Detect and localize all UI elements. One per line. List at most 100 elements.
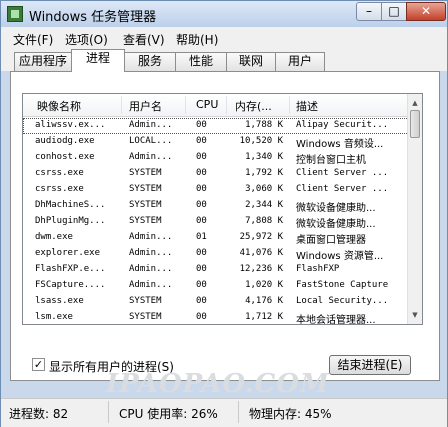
cell-cpu: 00 [196,264,207,274]
cell-user-name: SYSTEM [129,184,162,194]
cell-user-name: SYSTEM [129,296,162,306]
cell-memory: 4,176 K [245,296,283,306]
process-list[interactable]: 映像名称 用户名 CPU 内存(... 描述 aliwssv.ex... Admi… [22,93,423,325]
scroll-up-arrow-icon[interactable]: ▲ [409,96,421,110]
process-row[interactable]: audiodg.exe LOCAL... 00 10,520 K Windows 音频设… [23,134,409,150]
scrollbar-thumb[interactable] [410,110,420,138]
process-row[interactable]: FlashFXP.e... Admin... 00 12,236 K FlashFXP [23,262,409,278]
cell-image-name: csrss.exe [35,184,84,194]
status-cpu-usage: CPU 使用率: 26% [119,407,218,421]
column-divider[interactable] [226,96,227,114]
cell-image-name: aliwssv.ex... [35,120,106,130]
cell-memory: 1,340 K [245,152,283,162]
process-row[interactable]: lsass.exe SYSTEM 00 4,176 K Local Security..… [23,294,409,310]
cell-cpu: 00 [196,216,207,226]
process-row[interactable]: DhMachineS... SYSTEM 00 2,344 K 微软设备健康助... [23,198,409,214]
cell-image-name: lsass.exe [35,296,84,306]
tab-processes[interactable]: 进程 [71,49,125,72]
maximize-button[interactable]: □ [381,2,407,21]
tab-applications[interactable]: 应用程序 [14,52,72,71]
column-description[interactable]: 描述 [296,98,318,114]
cell-cpu: 00 [196,248,207,258]
column-divider[interactable] [289,96,290,114]
window-title: Windows 任务管理器 [29,10,157,25]
cell-memory: 7,808 K [245,216,283,226]
title-bar: Windows 任务管理器 – □ ✕ [1,1,447,27]
cell-cpu: 00 [196,120,207,130]
column-header-row: 映像名称 用户名 CPU 内存(... 描述 [23,94,409,117]
menu-options[interactable]: 选项(O) [65,31,108,48]
process-row[interactable]: explorer.exe Admin... 00 41,076 K Windows 资源… [23,246,409,262]
vertical-scrollbar[interactable]: ▲ ▼ [407,94,422,324]
cell-memory: 41,076 K [239,248,283,258]
cell-image-name: csrss.exe [35,168,84,178]
process-row[interactable]: FSCapture.... Admin... 00 1,020 K FastStone … [23,278,409,294]
task-manager-app-icon [7,6,23,22]
end-process-button[interactable]: 结束进程(E) [329,355,411,375]
cell-description: FlashFXP [296,264,340,274]
cell-user-name: SYSTEM [129,168,162,178]
column-user-name[interactable]: 用户名 [129,98,162,114]
cell-description: Windows 音频设... [296,139,384,150]
column-divider[interactable] [121,96,122,114]
cell-user-name: SYSTEM [129,312,162,322]
process-row[interactable]: lsm.exe SYSTEM 00 1,712 K 本地会话管理器... [23,310,409,324]
cell-description: Local Security... [296,296,389,306]
tab-services[interactable]: 服务 [124,52,176,71]
column-image-name[interactable]: 映像名称 [37,98,81,114]
cell-cpu: 00 [196,168,207,178]
cell-image-name: DhPluginMg... [35,216,106,226]
column-cpu[interactable]: CPU [196,98,218,111]
cell-description: Alipay Securit... [296,120,389,130]
status-divider [108,401,109,423]
cell-image-name: FSCapture.... [35,280,106,290]
cell-user-name: Admin... [129,120,173,130]
cell-cpu: 00 [196,280,207,290]
tab-strip: 应用程序 进程 服务 性能 联网 用户 [1,49,447,72]
close-button[interactable]: ✕ [406,2,446,21]
show-all-users-checkbox[interactable]: ✓ [32,358,45,371]
process-row[interactable]: aliwssv.ex... Admin... 00 1,788 K Alipay Sec… [23,118,409,134]
status-process-count: 进程数: 82 [9,407,69,421]
cell-cpu: 00 [196,152,207,162]
cell-memory: 10,520 K [239,136,283,146]
scroll-down-arrow-icon[interactable]: ▼ [409,308,421,322]
cell-user-name: LOCAL... [129,136,173,146]
cell-description: 桌面窗口管理器 [296,235,366,246]
show-all-users-label[interactable]: 显示所有用户的进程(S) [49,358,174,375]
task-manager-window: Windows 任务管理器 – □ ✕ 文件(F) 选项(O) 查看(V) 帮助… [0,0,448,427]
menu-file[interactable]: 文件(F) [13,31,53,48]
column-divider[interactable] [185,96,186,114]
tab-users[interactable]: 用户 [275,52,325,71]
cell-image-name: explorer.exe [35,248,101,258]
cell-user-name: Admin... [129,264,173,274]
cell-image-name: conhost.exe [35,152,95,162]
menu-view[interactable]: 查看(V) [123,31,165,48]
process-row[interactable]: dwm.exe Admin... 01 25,972 K 桌面窗口管理器 [23,230,409,246]
cell-memory: 25,972 K [239,232,283,242]
menu-help[interactable]: 帮助(H) [176,31,218,48]
cell-memory: 1,792 K [245,168,283,178]
process-row[interactable]: DhPluginMg... SYSTEM 00 7,808 K 微软设备健康助... [23,214,409,230]
cell-cpu: 00 [196,136,207,146]
status-divider [238,401,239,423]
cell-cpu: 00 [196,184,207,194]
process-row[interactable]: conhost.exe Admin... 00 1,340 K 控制台窗口主机 [23,150,409,166]
tab-performance[interactable]: 性能 [175,52,227,71]
tab-networking[interactable]: 联网 [226,52,276,71]
cell-description: 控制台窗口主机 [296,155,366,166]
cell-description: Client Server ... [296,168,389,178]
cell-image-name: FlashFXP.e... [35,264,106,274]
cell-user-name: Admin... [129,280,173,290]
cell-user-name: Admin... [129,248,173,258]
cell-memory: 1,712 K [245,312,283,322]
status-bar: 进程数: 82 CPU 使用率: 26% 物理内存: 45% [1,398,447,427]
cell-description: 微软设备健康助... [296,203,376,214]
column-memory[interactable]: 内存(... [235,98,272,114]
cell-description: Windows 资源管... [296,251,384,262]
process-row[interactable]: csrss.exe SYSTEM 00 3,060 K Client Server ..… [23,182,409,198]
cell-user-name: Admin... [129,232,173,242]
process-row[interactable]: csrss.exe SYSTEM 00 1,792 K Client Server ..… [23,166,409,182]
cell-cpu: 00 [196,312,207,322]
minimize-button[interactable]: – [356,2,382,21]
